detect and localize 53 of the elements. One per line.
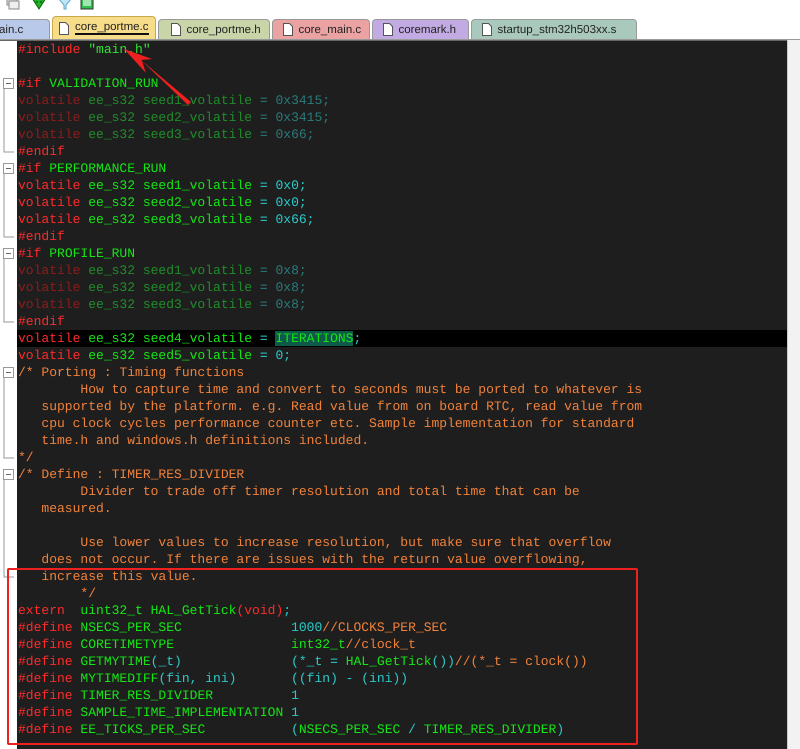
code-line: #endif (17, 313, 66, 330)
code-line: volatile ee_s32 seed2_volatile = 0x3415; (17, 109, 332, 126)
code-line: volatile ee_s32 seed3_volatile = 0x66; (17, 211, 316, 228)
code-line: extern uint32_t HAL_GetTick(void); (17, 602, 292, 619)
file-icon (59, 22, 69, 34)
stack-icon[interactable] (6, 0, 20, 10)
code-line: #define MYTIMEDIFF(fin, ini) ((fin) - (ini)) (17, 670, 410, 687)
scrollbar[interactable] (787, 40, 800, 749)
code-line: #if PROFILE_RUN (17, 245, 136, 262)
code-line: /* Porting : Timing functions (17, 364, 246, 381)
code-line: Use lower values to increase resolution, but make sure that overflow (79, 534, 612, 551)
code-line: */ (79, 585, 98, 602)
code-line: #if PERFORMANCE_RUN (17, 160, 168, 177)
window-icon[interactable] (80, 0, 94, 10)
code-line: volatile ee_s32 seed2_volatile = 0x8; (17, 279, 308, 296)
file-tab[interactable]: startup_stm32h503xx.s (470, 19, 637, 39)
code-line: #define GETMYTIME(_t) (*_t = HAL_GetTick())//(*_t = clock()) (17, 653, 589, 670)
file-tab[interactable]: coremark.h (372, 19, 469, 39)
code-line: cpu clock cycles performance counter etc. Sample implementation for standard (40, 415, 636, 432)
code-line: Divider to trade off timer resolution and total time that can be (79, 483, 581, 500)
code-line: #endif (17, 143, 66, 160)
code-line: #endif (17, 228, 66, 245)
diamond-icon[interactable] (31, 0, 47, 10)
funnel-icon[interactable] (57, 0, 73, 10)
file-icon (170, 23, 181, 36)
code-line: volatile ee_s32 seed5_volatile = 0; (17, 347, 292, 364)
file-tab[interactable]: core_portme.c (52, 16, 156, 39)
code-line: #include "main.h" (17, 41, 152, 58)
code-line: does not occur. If there are issues with the return value overflowing, (40, 551, 588, 568)
code-line: time.h and windows.h definitions included. (40, 432, 370, 449)
code-line: */ (17, 449, 35, 466)
code-line: /* Define : TIMER_RES_DIVIDER (17, 466, 246, 483)
code-line: #define NSECS_PER_SEC 1000//CLOCKS_PER_SEC (17, 619, 448, 636)
code-line: supported by the platform. e.g. Read value from on board RTC, read value from (40, 398, 644, 415)
code-line: increase this value. (40, 568, 198, 585)
code-line: #define EE_TICKS_PER_SEC (NSECS_PER_SEC / TIMER_RES_DIVIDER) (17, 721, 566, 738)
code-editor[interactable] (0, 40, 787, 749)
code-line: volatile ee_s32 seed2_volatile = 0x0; (17, 194, 308, 211)
file-icon (282, 23, 293, 36)
file-icon (482, 23, 492, 36)
file-tab[interactable]: core_portme.h (158, 19, 270, 39)
code-line: volatile ee_s32 seed1_volatile = 0x8; (17, 262, 308, 279)
code-line: measured. (40, 500, 113, 517)
code-line: volatile ee_s32 seed3_volatile = 0x8; (17, 296, 308, 313)
file-icon (382, 23, 393, 36)
code-line: volatile ee_s32 seed3_volatile = 0x66; (17, 126, 316, 143)
code-line: #define SAMPLE_TIME_IMPLEMENTATION 1 (17, 704, 300, 721)
file-tab[interactable]: core_main.c (272, 19, 370, 39)
code-line: #define TIMER_RES_DIVIDER 1 (17, 687, 300, 704)
code-line: #if VALIDATION_RUN (17, 75, 160, 92)
code-line: volatile ee_s32 seed1_volatile = 0x0; (17, 177, 308, 194)
code-line: #define CORETIMETYPE int32_t//clock_t (17, 636, 417, 653)
code-line: How to capture time and convert to seconds must be ported to whatever is (79, 381, 644, 398)
